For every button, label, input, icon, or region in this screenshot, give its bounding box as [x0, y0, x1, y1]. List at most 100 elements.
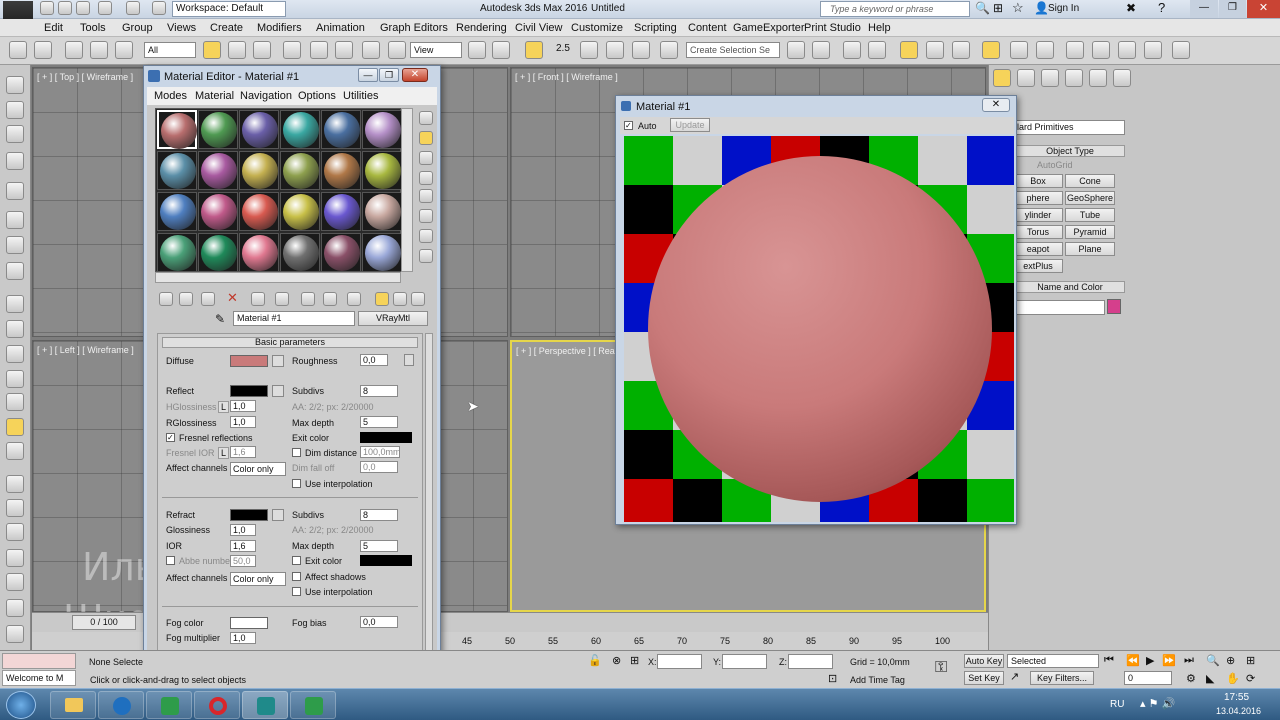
- viewport-top-label[interactable]: [ + ] [ Top ] [ Wireframe ]: [37, 72, 133, 82]
- y-coordinate-input[interactable]: [722, 654, 767, 669]
- fog-bias-spinner[interactable]: 0,0: [360, 616, 398, 628]
- bind-space-warp-icon[interactable]: [115, 41, 133, 59]
- update-button[interactable]: Update: [670, 118, 710, 132]
- plane-object-icon[interactable]: [6, 295, 24, 313]
- schematic-view-icon[interactable]: [926, 41, 944, 59]
- hierarchy-tab-icon[interactable]: [1041, 69, 1059, 87]
- redo-icon[interactable]: [126, 1, 140, 15]
- me-menu-material[interactable]: Material: [195, 90, 234, 102]
- material-sample-slot[interactable]: [280, 233, 320, 272]
- particles-icon[interactable]: [6, 499, 24, 517]
- spinner-snap-icon[interactable]: [632, 41, 650, 59]
- background-icon[interactable]: [419, 151, 433, 165]
- search-input[interactable]: Type a keyword or phrase: [820, 1, 970, 17]
- material-sample-slot[interactable]: [198, 151, 238, 190]
- cylinder-button[interactable]: ylinder: [1013, 208, 1063, 222]
- menu-help[interactable]: Help: [868, 22, 891, 34]
- menu-civil-view[interactable]: Civil View: [515, 22, 562, 34]
- ior-spinner[interactable]: 1,6: [230, 540, 256, 552]
- taskbar-camtasia[interactable]: [146, 691, 192, 719]
- scale-icon[interactable]: [362, 41, 380, 59]
- material-sample-slot[interactable]: [198, 192, 238, 231]
- material-sample-slot[interactable]: [198, 233, 238, 272]
- select-by-material-icon[interactable]: [419, 249, 433, 263]
- keyboard-shortcut-icon[interactable]: [525, 41, 543, 59]
- rotate-icon[interactable]: [335, 41, 353, 59]
- preview-close-button[interactable]: ✕: [982, 98, 1010, 112]
- teapot-object-icon[interactable]: [6, 370, 24, 388]
- material-sample-slot[interactable]: [280, 110, 320, 149]
- menu-animation[interactable]: Animation: [316, 22, 365, 34]
- me-close-button[interactable]: ✕: [402, 68, 428, 82]
- a360-icon[interactable]: [1144, 41, 1162, 59]
- workspace-dropdown[interactable]: Workspace: Default: [172, 1, 286, 17]
- object-type-rollout[interactable]: Object Type: [1015, 145, 1125, 157]
- material-sample-slot[interactable]: [239, 192, 279, 231]
- dim-distance-spinner[interactable]: 100,0mm: [360, 446, 401, 458]
- fresnel-ior-lock[interactable]: L: [218, 447, 230, 459]
- glossiness-spinner[interactable]: 1,0: [230, 524, 256, 536]
- viewport-left-label[interactable]: [ + ] [ Left ] [ Wireframe ]: [37, 345, 134, 355]
- undo-icon[interactable]: [98, 1, 112, 15]
- autogrid-checkbox[interactable]: AutoGrid: [1037, 160, 1073, 170]
- selection-filter-dropdown[interactable]: All: [144, 42, 196, 58]
- rectangular-selection-icon[interactable]: [253, 41, 271, 59]
- foliage-icon[interactable]: [6, 573, 24, 591]
- sphere-button[interactable]: phere: [1013, 191, 1063, 205]
- object-category-dropdown[interactable]: lard Primitives: [1013, 120, 1125, 135]
- viewport-perspective-label[interactable]: [ + ] [ Perspective ] [ Realis: [516, 346, 623, 356]
- me-maximize-button[interactable]: ❐: [379, 68, 399, 82]
- go-to-start-icon[interactable]: ⏮: [1104, 654, 1114, 667]
- previous-frame-icon[interactable]: ⏪: [1126, 654, 1140, 667]
- geosphere-button[interactable]: GeoSphere: [1065, 191, 1115, 205]
- fog-multiplier-spinner[interactable]: 1,0: [230, 632, 256, 644]
- scene-explorer-icon[interactable]: [868, 41, 886, 59]
- cone-button[interactable]: Cone: [1065, 174, 1115, 188]
- refract-color-swatch[interactable]: [230, 509, 268, 521]
- key-tangent-icon[interactable]: ↗: [1010, 670, 1019, 683]
- uv-tiling-icon[interactable]: [419, 171, 433, 185]
- clock-date[interactable]: 13.04.2016: [1216, 706, 1261, 716]
- material-sample-slot[interactable]: [239, 110, 279, 149]
- auto-key-button[interactable]: Auto Key: [964, 654, 1004, 668]
- assign-material-icon[interactable]: [201, 292, 215, 306]
- reference-coordinate-dropdown[interactable]: View: [410, 42, 462, 58]
- walkthrough-icon[interactable]: [6, 182, 24, 200]
- snap-toggle[interactable]: 2.5: [556, 43, 570, 54]
- start-button[interactable]: [6, 691, 36, 719]
- help-icon[interactable]: ?: [1158, 0, 1165, 15]
- select-object-icon[interactable]: [203, 41, 221, 59]
- favorites-icon[interactable]: ☆: [1012, 0, 1024, 16]
- key-icon[interactable]: ⚿: [935, 659, 947, 677]
- menu-group[interactable]: Group: [122, 22, 153, 34]
- cylinder-object-icon[interactable]: [6, 345, 24, 363]
- motion-tab-icon[interactable]: [1065, 69, 1083, 87]
- material-sample-slot[interactable]: [321, 151, 361, 190]
- layer-manager-icon[interactable]: [843, 41, 861, 59]
- refract-map-button[interactable]: [272, 509, 284, 521]
- taskbar-3dsmax[interactable]: [242, 691, 288, 719]
- fog-color-swatch[interactable]: [230, 617, 268, 629]
- place-icon[interactable]: [388, 41, 406, 59]
- container-icon[interactable]: [6, 76, 24, 94]
- pivot-center-icon[interactable]: [468, 41, 486, 59]
- material-sample-slot[interactable]: [280, 192, 320, 231]
- fresnel-checkbox[interactable]: ✓: [166, 433, 175, 442]
- name-and-color-rollout[interactable]: Name and Color: [1015, 281, 1125, 293]
- scene-explorer-side-icon[interactable]: [6, 101, 24, 119]
- set-key-button[interactable]: Set Key: [964, 671, 1004, 685]
- zoom-all-icon[interactable]: ⊕: [1226, 654, 1235, 667]
- taskbar-teamviewer[interactable]: [98, 691, 144, 719]
- menu-customize[interactable]: Customize: [571, 22, 623, 34]
- camera-icon[interactable]: [6, 442, 24, 460]
- save-icon[interactable]: [76, 1, 90, 15]
- time-tag-icon[interactable]: ⊡: [828, 672, 837, 685]
- auto-checkbox[interactable]: ✓: [624, 121, 633, 130]
- exchange-icon[interactable]: ✖: [1126, 1, 1136, 15]
- select-manipulate-icon[interactable]: [492, 41, 510, 59]
- menu-modifiers[interactable]: Modifiers: [257, 22, 302, 34]
- redo-icon[interactable]: [34, 41, 52, 59]
- open-icon[interactable]: [58, 1, 72, 15]
- activeshade-icon[interactable]: [1118, 41, 1136, 59]
- backlight-icon[interactable]: [419, 131, 433, 145]
